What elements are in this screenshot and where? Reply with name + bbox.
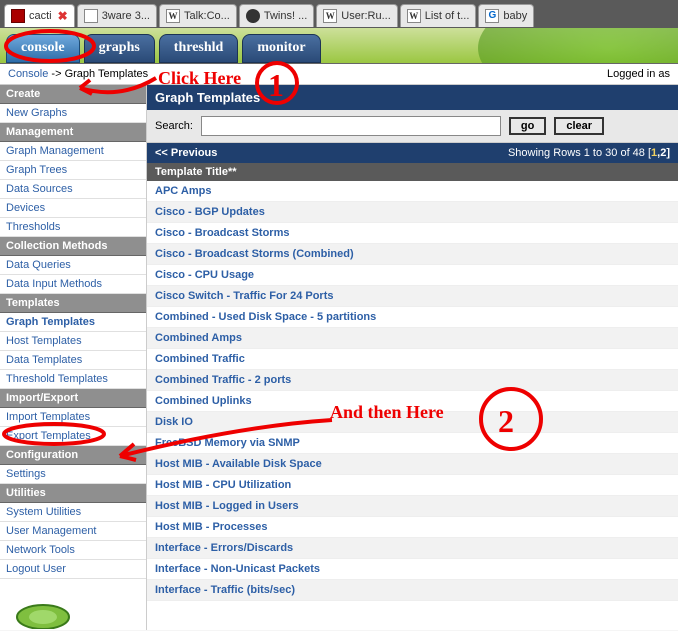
sidebar-item[interactable]: Network Tools <box>0 541 146 560</box>
browser-tab[interactable]: cacti ✖ <box>4 4 75 27</box>
sidebar-item[interactable]: System Utilities <box>0 503 146 522</box>
tab-favicon: W <box>323 9 337 23</box>
template-row[interactable]: Combined Traffic <box>147 349 678 370</box>
tab-label: User:Ru... <box>341 10 391 22</box>
sidebar-item[interactable]: New Graphs <box>0 104 146 123</box>
sidebar-item[interactable]: Graph Templates <box>0 313 146 332</box>
previous-link[interactable]: << Previous <box>155 147 217 159</box>
page-2-link[interactable]: ,2] <box>657 147 670 159</box>
sidebar-category: Management <box>0 123 146 142</box>
template-row[interactable]: APC Amps <box>147 181 678 202</box>
logged-in-text: Logged in as <box>607 68 670 80</box>
tab-favicon <box>11 9 25 23</box>
template-row[interactable]: Interface - Errors/Discards <box>147 538 678 559</box>
browser-tab[interactable]: W User:Ru... <box>316 4 398 27</box>
template-row[interactable]: Combined - Used Disk Space - 5 partition… <box>147 307 678 328</box>
sidebar-item[interactable]: Graph Management <box>0 142 146 161</box>
sidebar-item[interactable]: User Management <box>0 522 146 541</box>
sidebar-category: Collection Methods <box>0 237 146 256</box>
template-row[interactable]: Cisco - BGP Updates <box>147 202 678 223</box>
template-row[interactable]: Host MIB - Processes <box>147 517 678 538</box>
go-button[interactable]: go <box>509 117 546 135</box>
app-tab-graphs[interactable]: graphs <box>84 34 155 63</box>
sidebar: CreateNew GraphsManagementGraph Manageme… <box>0 85 147 630</box>
sidebar-item[interactable]: Thresholds <box>0 218 146 237</box>
template-row[interactable]: Disk IO <box>147 412 678 433</box>
sidebar-item[interactable]: Data Input Methods <box>0 275 146 294</box>
browser-tab[interactable]: W Talk:Co... <box>159 4 237 27</box>
template-row[interactable]: FreeBSD Memory via SNMP <box>147 433 678 454</box>
tab-favicon: W <box>166 9 180 23</box>
app-tab-console[interactable]: console <box>6 34 80 63</box>
browser-tab[interactable]: W List of t... <box>400 4 477 27</box>
sidebar-item[interactable]: Graph Trees <box>0 161 146 180</box>
sidebar-category: Configuration <box>0 446 146 465</box>
template-row[interactable]: Combined Amps <box>147 328 678 349</box>
browser-tab[interactable]: Twins! ... <box>239 4 314 27</box>
sidebar-item[interactable]: Export Templates <box>0 427 146 446</box>
breadcrumb-console[interactable]: Console <box>8 68 48 80</box>
sidebar-item[interactable]: Settings <box>0 465 146 484</box>
pager-row: << Previous Showing Rows 1 to 30 of 48 [… <box>147 143 678 163</box>
template-row[interactable]: Interface - Traffic (bits/sec) <box>147 580 678 601</box>
search-input[interactable] <box>201 116 501 136</box>
template-row[interactable]: Combined Uplinks <box>147 391 678 412</box>
tab-favicon <box>84 9 98 23</box>
breadcrumb-bar: Console -> Graph Templates Logged in as <box>0 64 678 85</box>
template-row[interactable]: Interface - Non-Unicast Packets <box>147 559 678 580</box>
browser-tab-bar: cacti ✖ 3ware 3... W Talk:Co... Twins! ... W Us… <box>0 0 678 28</box>
tab-label: 3ware 3... <box>102 10 150 22</box>
tab-label: cacti <box>29 10 52 22</box>
sidebar-item[interactable]: Data Templates <box>0 351 146 370</box>
tab-label: Talk:Co... <box>184 10 230 22</box>
cacti-logo <box>0 589 146 629</box>
panel-title: Graph Templates <box>147 85 678 110</box>
tab-label: List of t... <box>425 10 470 22</box>
tab-label: Twins! ... <box>264 10 307 22</box>
sidebar-item[interactable]: Data Sources <box>0 180 146 199</box>
close-icon[interactable]: ✖ <box>58 9 68 23</box>
main-panel: Graph Templates Search: go clear << Prev… <box>147 85 678 630</box>
template-row[interactable]: Combined Traffic - 2 ports <box>147 370 678 391</box>
browser-tab[interactable]: 3ware 3... <box>77 4 157 27</box>
app-tab-bar: consolegraphsthreshldmonitor <box>0 28 678 64</box>
app-tab-threshld[interactable]: threshld <box>159 34 239 63</box>
breadcrumb-page: Graph Templates <box>65 68 149 80</box>
sidebar-item[interactable]: Threshold Templates <box>0 370 146 389</box>
sidebar-category: Import/Export <box>0 389 146 408</box>
template-row[interactable]: Host MIB - Available Disk Space <box>147 454 678 475</box>
search-label: Search: <box>155 120 193 132</box>
browser-tab[interactable]: Gbaby <box>478 4 534 27</box>
sidebar-item[interactable]: Import Templates <box>0 408 146 427</box>
tab-favicon: G <box>485 9 499 23</box>
pager-status: Showing Rows 1 to 30 of 48 [1,2] <box>508 147 670 159</box>
template-row[interactable]: Cisco - Broadcast Storms (Combined) <box>147 244 678 265</box>
sidebar-category: Templates <box>0 294 146 313</box>
template-row[interactable]: Host MIB - Logged in Users <box>147 496 678 517</box>
clear-button[interactable]: clear <box>554 117 604 135</box>
template-row[interactable]: Cisco - Broadcast Storms <box>147 223 678 244</box>
template-row[interactable]: Cisco - CPU Usage <box>147 265 678 286</box>
search-row: Search: go clear <box>147 110 678 143</box>
sidebar-category: Create <box>0 85 146 104</box>
tab-favicon: W <box>407 9 421 23</box>
template-row[interactable]: Host MIB - CPU Utilization <box>147 475 678 496</box>
tab-favicon <box>246 9 260 23</box>
sidebar-item[interactable]: Data Queries <box>0 256 146 275</box>
sidebar-item[interactable]: Host Templates <box>0 332 146 351</box>
sidebar-item[interactable]: Logout User <box>0 560 146 579</box>
column-header-title[interactable]: Template Title** <box>147 163 678 181</box>
sidebar-item[interactable]: Devices <box>0 199 146 218</box>
sidebar-category: Utilities <box>0 484 146 503</box>
tab-label: baby <box>503 10 527 22</box>
app-tab-monitor[interactable]: monitor <box>242 34 320 63</box>
breadcrumb-sep: -> <box>48 68 64 80</box>
template-row[interactable]: Cisco Switch - Traffic For 24 Ports <box>147 286 678 307</box>
